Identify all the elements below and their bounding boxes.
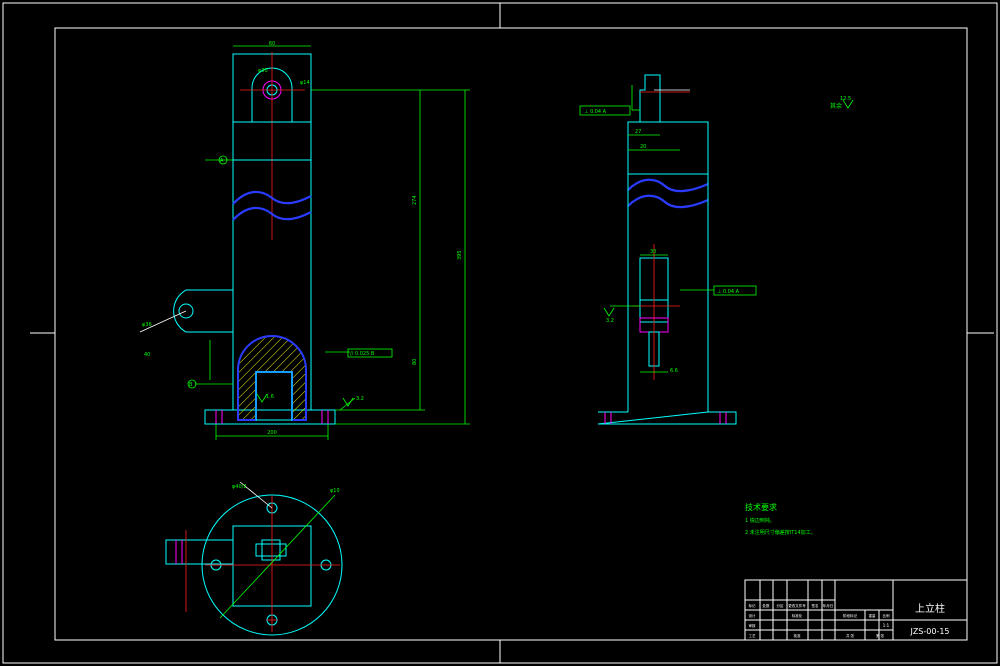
- dim-hole: φ14: [300, 80, 310, 86]
- cad-drawing-canvas: 60 φ30 φ14 274 395 80 200 φ36 40 A B // …: [2, 2, 998, 664]
- dim-dia-small: φ30: [258, 68, 268, 74]
- dim-top-width: 60: [269, 41, 275, 47]
- dim-base-width: 200: [267, 430, 277, 436]
- dim-side-27: 27: [635, 129, 641, 135]
- dim-side-30: 30: [650, 249, 656, 255]
- tb-header-4: 签名: [812, 603, 819, 608]
- dim-bottom-a: φ40/2: [232, 484, 247, 490]
- tb-header-2: 分区: [777, 603, 785, 608]
- parallel-tolerance: // 0.025 B: [350, 351, 375, 357]
- tb-weight: 重量: [869, 613, 877, 618]
- perp-tolerance-side: ⊥ 0.04 A: [717, 289, 740, 295]
- datum-b-label: B: [189, 382, 193, 388]
- roughness-r3: 3.2: [606, 318, 614, 324]
- side-view: [579, 74, 854, 425]
- tb-ratio: 比例: [883, 613, 891, 618]
- roughness-r1: 3.2: [356, 396, 364, 402]
- roughness-r4: 12.5: [840, 96, 851, 102]
- tb-approve: 批准: [794, 633, 802, 638]
- front-view: [139, 45, 470, 440]
- dim-arm: φ36: [142, 322, 152, 328]
- dim-height-upper: 274: [412, 195, 418, 205]
- tb-design: 设计: [749, 613, 757, 618]
- sheet-frame: [2, 2, 998, 664]
- tb-header-0: 标记: [749, 603, 757, 608]
- dim-side-66: 6.6: [670, 368, 678, 374]
- tb-sheet-no: 第 张: [876, 633, 885, 638]
- tech-req-item-1: 1 锐边倒钝。: [745, 517, 775, 524]
- dim-height-lower: 80: [412, 359, 418, 365]
- tech-req-item-2: 2 未注明尺寸偏差按IT14加工。: [745, 529, 816, 536]
- tb-stage: 阶段标记: [843, 613, 857, 618]
- roughness-general: 其余: [830, 102, 842, 110]
- dim-side-20: 20: [640, 144, 646, 150]
- tb-process: 工艺: [749, 633, 757, 638]
- tech-req-title: 技术要求: [745, 502, 777, 512]
- scale: 1:1: [883, 623, 890, 628]
- datum-a-label: A: [220, 158, 224, 164]
- part-name: 上立柱: [915, 602, 945, 615]
- dim-bottom-b: φ10: [330, 488, 340, 494]
- dim-height-total: 395: [457, 250, 463, 260]
- tb-header-3: 更改文件号: [788, 603, 806, 608]
- top-view: [165, 481, 343, 636]
- tb-header-5: 年月日: [823, 603, 834, 608]
- tb-review: 审核: [749, 623, 757, 628]
- drawing-number: JZS-00-15: [909, 627, 949, 636]
- tb-sheets: 共 张: [846, 633, 855, 638]
- dim-arm-len: 40: [144, 352, 150, 358]
- tb-header-1: 处数: [763, 603, 771, 608]
- roughness-r2: 1.6: [266, 394, 274, 400]
- tb-standard: 标准化: [792, 613, 803, 618]
- perp-tolerance-top: ⊥ 0.04 A: [584, 109, 607, 115]
